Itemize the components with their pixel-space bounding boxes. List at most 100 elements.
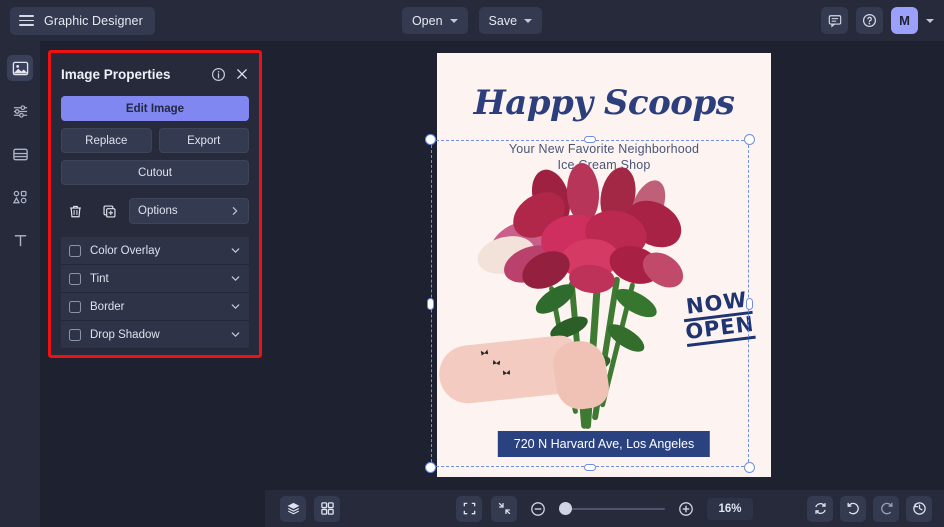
zoom-slider[interactable] xyxy=(559,502,665,516)
chevron-right-icon xyxy=(232,207,238,215)
redo-icon xyxy=(880,502,892,515)
effect-label: Color Overlay xyxy=(90,244,161,257)
help-circle-icon xyxy=(862,13,877,28)
zoom-slider-handle[interactable] xyxy=(559,502,572,515)
fit-screen-button[interactable] xyxy=(456,495,482,522)
brand-label: Graphic Designer xyxy=(44,13,143,28)
hamburger-icon[interactable] xyxy=(19,14,34,27)
selection-frame[interactable] xyxy=(425,134,755,473)
reset-button[interactable] xyxy=(807,495,833,522)
info-button[interactable] xyxy=(211,67,226,82)
chevron-down-icon xyxy=(449,18,458,23)
replace-button[interactable]: Replace xyxy=(61,128,152,153)
sidebar-item-adjustments-tool[interactable] xyxy=(7,98,33,124)
collapse-icon xyxy=(498,502,510,515)
avatar[interactable]: M xyxy=(891,7,918,34)
page-title: Image Properties xyxy=(61,66,171,82)
zoom-in-button[interactable] xyxy=(674,497,698,521)
effect-label: Drop Shadow xyxy=(90,328,160,341)
help-button[interactable] xyxy=(856,7,883,34)
refresh-icon xyxy=(814,503,826,514)
export-button[interactable]: Export xyxy=(158,128,249,153)
effect-row-tint[interactable]: Tint xyxy=(61,265,249,293)
info-circle-icon xyxy=(211,67,226,81)
open-menu-button[interactable]: Open xyxy=(401,7,468,34)
collapse-button[interactable] xyxy=(491,495,517,522)
canvas-area[interactable]: Happy Scoops Your New Favorite Neighborh… xyxy=(265,41,944,490)
effect-label: Border xyxy=(90,300,125,313)
layout-icon xyxy=(12,148,28,160)
chevron-down-icon xyxy=(524,18,533,23)
effect-row-border[interactable]: Border xyxy=(61,293,249,321)
cutout-button[interactable]: Cutout xyxy=(61,160,249,185)
object-tools-row: Options xyxy=(61,198,249,224)
left-tool-rail xyxy=(0,41,40,527)
close-button[interactable] xyxy=(235,67,249,81)
image-properties-panel: Image Properties Edit Image Replace Expo… xyxy=(51,53,259,355)
sidebar-item-image-tool[interactable] xyxy=(7,55,33,81)
top-right-actions: M xyxy=(821,0,934,41)
selection-handle-right-center[interactable] xyxy=(746,297,753,310)
image-properties-panel-highlight: Image Properties Edit Image Replace Expo… xyxy=(48,50,262,358)
undo-button[interactable] xyxy=(840,495,866,522)
selection-handle-top-center[interactable] xyxy=(584,136,596,143)
zoom-level-value[interactable]: 16% xyxy=(707,497,753,520)
color-overlay-checkbox[interactable] xyxy=(69,244,81,257)
panel-header: Image Properties xyxy=(61,62,249,86)
border-checkbox[interactable] xyxy=(69,300,81,313)
undo-icon xyxy=(847,502,859,515)
effect-row-color-overlay[interactable]: Color Overlay xyxy=(61,237,249,265)
zoom-in-icon xyxy=(679,501,693,516)
selection-handle-top-left[interactable] xyxy=(425,134,436,145)
chevron-down-icon xyxy=(231,276,240,282)
panel-header-icons xyxy=(211,67,249,82)
save-menu-button[interactable]: Save xyxy=(478,7,543,34)
history-controls xyxy=(807,495,932,522)
history-icon xyxy=(912,502,926,515)
selection-handle-top-right[interactable] xyxy=(744,134,755,145)
sidebar-item-layout-tool[interactable] xyxy=(7,141,33,167)
zoom-slider-track xyxy=(559,507,665,510)
selection-handle-bottom-center[interactable] xyxy=(584,464,596,471)
effect-label: Tint xyxy=(90,272,109,285)
drop-shadow-checkbox[interactable] xyxy=(69,328,81,341)
text-icon xyxy=(14,234,26,246)
effects-list: Color Overlay Tint Border Drop Shadow xyxy=(61,237,249,349)
fit-screen-icon xyxy=(463,502,475,515)
open-menu-label: Open xyxy=(411,13,443,28)
app-window: Graphic Designer Open Save M Image Prope… xyxy=(0,0,944,527)
chevron-down-icon xyxy=(231,332,240,338)
edit-image-button[interactable]: Edit Image xyxy=(61,96,249,121)
cutout-row: Cutout xyxy=(61,160,249,185)
save-menu-label: Save xyxy=(488,13,518,28)
comment-icon xyxy=(828,14,841,27)
options-button[interactable]: Options xyxy=(129,198,249,224)
delete-button[interactable] xyxy=(61,198,89,224)
trash-icon xyxy=(69,205,81,217)
close-icon xyxy=(237,69,247,79)
sliders-icon xyxy=(13,104,27,118)
brand-menu-button[interactable]: Graphic Designer xyxy=(10,6,155,35)
sidebar-item-shapes-tool[interactable] xyxy=(7,184,33,210)
options-label: Options xyxy=(138,205,178,217)
chevron-down-icon xyxy=(231,248,240,254)
effect-row-drop-shadow[interactable]: Drop Shadow xyxy=(61,321,249,349)
selection-handle-bottom-right[interactable] xyxy=(744,462,755,473)
replace-export-row: Replace Export xyxy=(61,128,249,153)
selection-handle-bottom-left[interactable] xyxy=(425,462,436,473)
top-bar: Graphic Designer Open Save M xyxy=(0,0,944,41)
zoom-out-icon xyxy=(531,501,545,516)
tint-checkbox[interactable] xyxy=(69,272,81,285)
comment-button[interactable] xyxy=(821,7,848,34)
zoom-out-button[interactable] xyxy=(526,497,550,521)
duplicate-button[interactable] xyxy=(95,198,123,224)
duplicate-icon xyxy=(102,204,116,218)
bottom-bar: 16% xyxy=(265,490,944,527)
selection-handle-left-center[interactable] xyxy=(427,297,434,310)
history-button[interactable] xyxy=(906,495,932,522)
chevron-down-icon xyxy=(231,304,240,310)
sidebar-item-text-tool[interactable] xyxy=(7,227,33,253)
chevron-down-icon[interactable] xyxy=(926,18,934,23)
redo-button[interactable] xyxy=(873,495,899,522)
image-icon xyxy=(12,61,28,75)
